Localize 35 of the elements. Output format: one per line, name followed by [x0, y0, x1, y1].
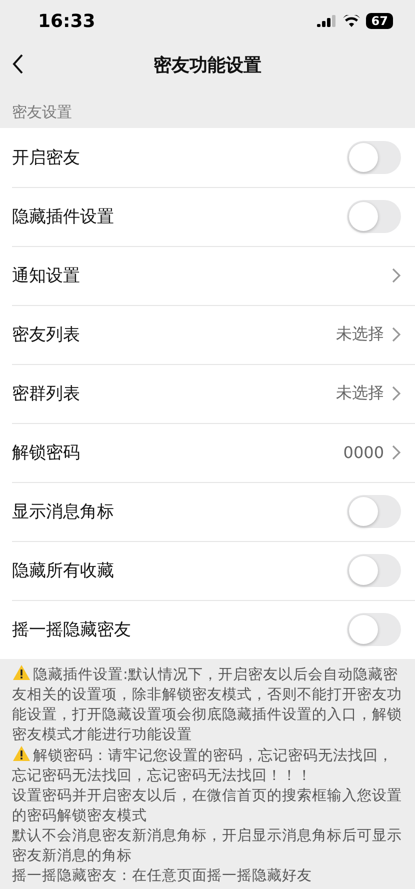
- setting-label: 开启密友: [12, 147, 81, 169]
- settings-row[interactable]: 解锁密码 0000: [0, 423, 415, 482]
- setting-label: 隐藏所有收藏: [12, 560, 115, 582]
- toggle-switch[interactable]: [347, 200, 401, 233]
- battery-level: 67: [366, 13, 393, 29]
- warning-icon: [12, 664, 31, 681]
- settings-row[interactable]: 密友列表 未选择: [0, 305, 415, 364]
- chevron-right-icon: [392, 386, 401, 401]
- settings-row[interactable]: 密群列表 未选择: [0, 364, 415, 423]
- setting-value: 0000: [343, 443, 384, 462]
- toggle-switch[interactable]: [347, 141, 401, 174]
- toggle-switch[interactable]: [347, 554, 401, 587]
- setting-label: 隐藏插件设置: [12, 206, 115, 228]
- note-text: 默认不会消息密友新消息角标，开启显示消息角标后可显示密友新消息的角标: [12, 826, 403, 866]
- note-text: 解锁密码：请牢记您设置的密码，忘记密码无法找回，忘记密码无法找回，忘记密码无法找回！！！: [12, 745, 394, 786]
- setting-label: 摇一摇隐藏密友: [12, 619, 132, 641]
- toggle-switch[interactable]: [347, 495, 401, 528]
- chevron-right-icon: [392, 268, 401, 283]
- status-time: 16:33: [38, 10, 96, 32]
- setting-value: 未选择: [336, 383, 384, 404]
- note-text: 设置密码并开启密友以后，在微信首页的搜索框输入您设置的密码解锁密友模式: [12, 786, 403, 826]
- toggle-switch[interactable]: [347, 613, 401, 646]
- page-title: 密友功能设置: [154, 54, 262, 77]
- settings-row[interactable]: 通知设置: [0, 246, 415, 305]
- section-header: 密友设置: [11, 102, 73, 123]
- note-text: 隐藏插件设置:默认情况下，开启密友以后会自动隐藏密友相关的设置项，除非解锁密友模式，否则不能打开密友功能设置，打开隐藏设置项会彻底隐藏插件设置的入口，解锁密友模式才能进行功能设置: [12, 664, 403, 745]
- setting-label: 显示消息角标: [12, 501, 115, 523]
- back-chevron-icon: [12, 54, 24, 74]
- note-text: 摇一摇隐藏密友：在任意页面摇一摇隐藏好友: [12, 866, 313, 886]
- chevron-right-icon: [392, 327, 401, 342]
- setting-value: 未选择: [336, 324, 384, 345]
- signal-icon: [317, 15, 338, 27]
- warning-icon: [12, 745, 31, 762]
- chevron-right-icon: [392, 445, 401, 460]
- wifi-icon: [343, 15, 360, 27]
